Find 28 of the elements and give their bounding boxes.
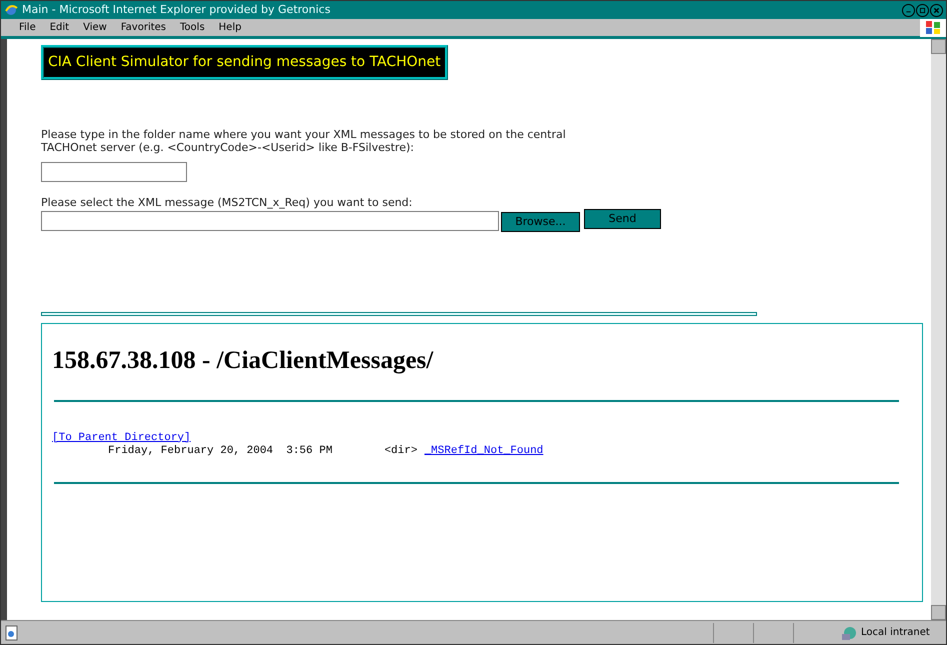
menu-item[interactable]: Edit	[50, 20, 70, 35]
close-button[interactable]	[930, 4, 943, 16]
file-instructions: Please select the XML message (MS2TCN_x_Req) you want to send:	[41, 196, 414, 209]
menu-item[interactable]: Help	[218, 20, 242, 35]
entry-type: <dir>	[384, 444, 418, 458]
page-icon	[4, 624, 20, 640]
folder-input-field[interactable]	[41, 162, 187, 182]
menu-item[interactable]: Tools	[180, 20, 205, 35]
scrollbar[interactable]	[931, 39, 946, 620]
menu-item[interactable]: File	[19, 20, 36, 35]
entry-date: Friday, February 20, 2004 3:56 PM	[108, 444, 332, 458]
directory-link[interactable]: _MSRefId_Not_Found	[424, 444, 544, 458]
maximize-button[interactable]	[916, 4, 929, 16]
parent-directory-link[interactable]: [To Parent Directory]	[52, 432, 191, 444]
browse-button[interactable]: Browse...	[501, 212, 580, 232]
file-path-field[interactable]	[41, 211, 499, 231]
directory-heading: 158.67.38.108 - /CiaClientMessages/	[52, 346, 434, 376]
windows-logo	[925, 20, 941, 35]
menu-item[interactable]: Favorites	[120, 20, 166, 35]
folder-instructions: Please type in the folder name where you want your XML messages to be stored on the central TACHOnet server (e.g. <CountryCode>-<Userid> like B-FSilvestre):	[41, 128, 567, 154]
security-zone: Local intranet	[861, 626, 931, 640]
menu-item[interactable]: View	[83, 20, 107, 35]
browser-icon	[4, 3, 18, 17]
intranet-icon	[841, 624, 859, 640]
page-banner: CIA Client Simulator for sending messages to TACHOnet	[41, 45, 448, 80]
send-button[interactable]: Send	[584, 209, 661, 229]
minimize-button[interactable]	[902, 4, 915, 16]
window-title: Main - Microsoft Internet Explorer provided by Getronics	[22, 2, 330, 18]
